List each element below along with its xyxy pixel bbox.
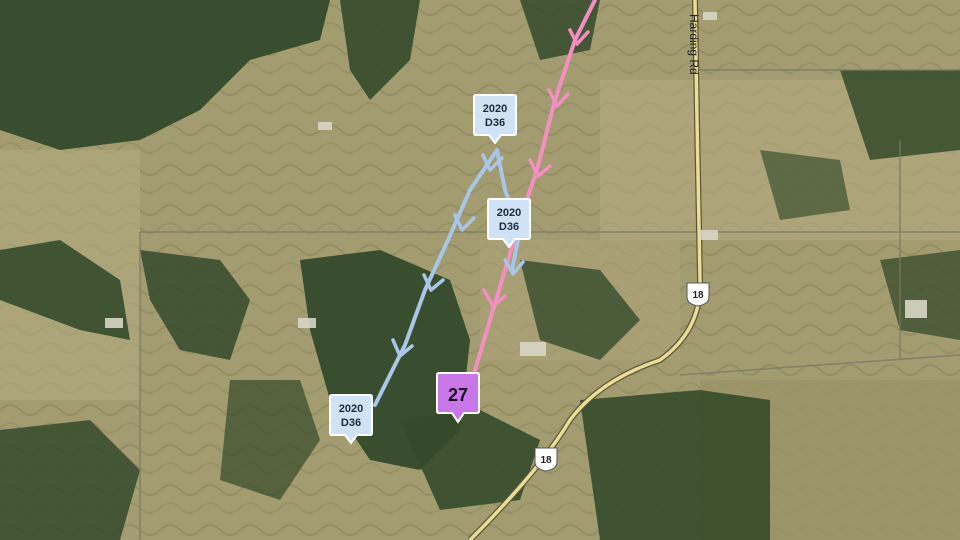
road-label-harding-rd: Harding Rd [687, 14, 701, 75]
satellite-map[interactable]: Harding Rd 18 18 2020 D36 2020 D36 2020 … [0, 0, 960, 540]
marker-bottom-year: 2020 [339, 403, 363, 415]
marker-2020-d36-middle[interactable]: 2020 D36 [487, 198, 531, 249]
highway-shield-bottom-label: 18 [540, 455, 552, 466]
marker-middle-year: 2020 [497, 207, 521, 219]
highway-shield-top-label: 18 [692, 290, 704, 301]
marker-27-label: 27 [448, 385, 468, 405]
marker-top-code: D36 [485, 117, 505, 129]
marker-27[interactable]: 27 [436, 372, 480, 424]
marker-middle-code: D36 [499, 221, 519, 233]
pink-storm-track[interactable] [473, 0, 597, 372]
marker-2020-d36-bottom[interactable]: 2020 D36 [329, 394, 373, 445]
highway-shield-top: 18 [686, 282, 710, 307]
marker-top-year: 2020 [483, 103, 507, 115]
highway-shield-bottom: 18 [534, 447, 558, 472]
marker-bottom-code: D36 [341, 417, 361, 429]
marker-2020-d36-top[interactable]: 2020 D36 [473, 94, 517, 145]
